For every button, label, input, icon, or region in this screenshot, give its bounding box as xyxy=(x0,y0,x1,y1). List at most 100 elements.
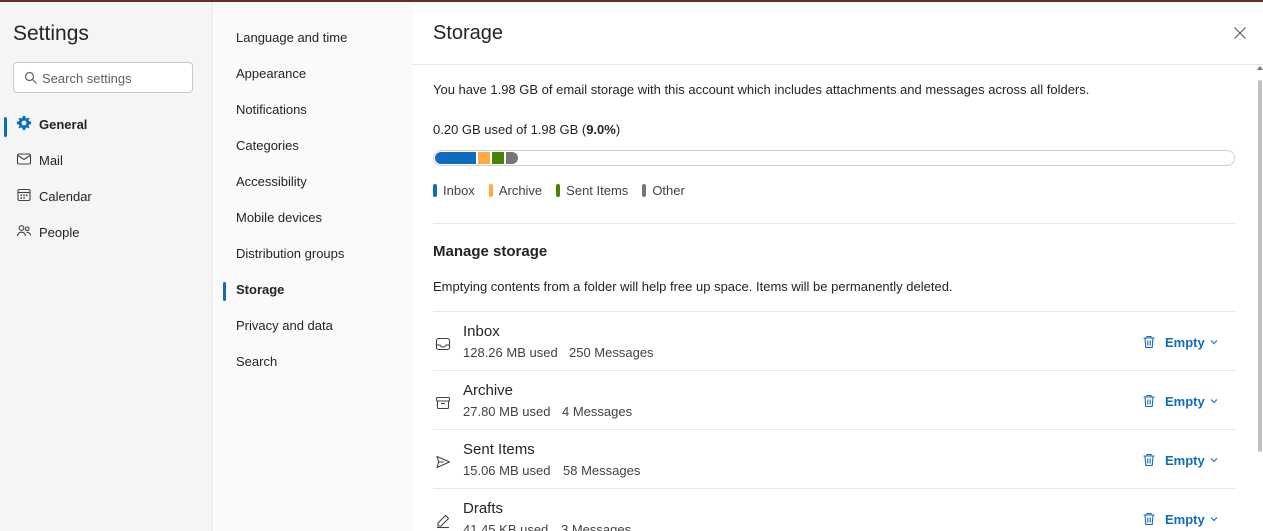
subnav-label: Privacy and data xyxy=(236,318,333,333)
trash-icon xyxy=(1143,512,1155,526)
folder-name: Archive xyxy=(463,382,514,399)
drafts-icon xyxy=(437,514,450,529)
folder-row-inbox: Inbox 128.26 MB used 250 Messages Empty xyxy=(433,311,1235,370)
folder-message-count: 58 Messages xyxy=(563,463,641,478)
storage-panel: Storage You have 1.98 GB of email storag… xyxy=(413,2,1263,531)
chevron-down-icon xyxy=(1210,458,1218,463)
storage-description: You have 1.98 GB of email storage with t… xyxy=(433,82,1090,97)
search-box[interactable] xyxy=(13,62,193,93)
settings-nav-pane: Settings General Mail Cal xyxy=(0,2,213,531)
empty-archive-button[interactable]: Empty xyxy=(1141,390,1219,412)
subnav-label: Language and time xyxy=(236,30,348,45)
storage-usage-bar xyxy=(433,150,1235,166)
subnav-item-search[interactable]: Search xyxy=(214,344,413,380)
mail-icon xyxy=(16,153,32,165)
folder-message-count: 4 Messages xyxy=(562,404,633,419)
general-subnav-pane: Language and time Appearance Notificatio… xyxy=(214,2,413,531)
trash-icon xyxy=(1143,335,1155,349)
trash-icon xyxy=(1143,394,1155,408)
subnav-item-language-and-time[interactable]: Language and time xyxy=(214,20,413,56)
folder-name: Inbox xyxy=(463,323,500,340)
nav-item-people[interactable]: People xyxy=(0,213,213,249)
usage-segment-archive xyxy=(478,152,490,164)
nav-item-calendar[interactable]: Calendar xyxy=(0,177,213,213)
search-icon xyxy=(24,71,37,84)
usage-prefix: 0.20 GB used of 1.98 GB ( xyxy=(433,122,587,137)
nav-label: General xyxy=(39,117,88,132)
chevron-down-icon xyxy=(1210,399,1218,404)
legend-label: Other xyxy=(652,182,685,198)
empty-sent-items-button[interactable]: Empty xyxy=(1141,449,1219,471)
search-input[interactable] xyxy=(42,67,187,89)
legend-label: Archive xyxy=(498,182,543,198)
chevron-down-icon xyxy=(1210,340,1218,345)
subnav-item-appearance[interactable]: Appearance xyxy=(214,56,413,92)
usage-segment-sent-items xyxy=(492,152,504,164)
subnav-item-distribution-groups[interactable]: Distribution groups xyxy=(214,236,413,272)
empty-label: Empty xyxy=(1165,334,1205,350)
folder-row-drafts: Drafts 41.45 KB used 3 Messages Empty xyxy=(433,488,1235,531)
active-indicator xyxy=(4,117,7,137)
scroll-up-arrow-icon[interactable] xyxy=(1257,66,1263,70)
usage-legend: Inbox Archive Sent Items Other xyxy=(433,182,699,198)
subnav-label: Categories xyxy=(236,138,299,153)
people-icon xyxy=(16,225,32,237)
legend-swatch xyxy=(488,183,493,197)
folder-message-count: 250 Messages xyxy=(569,345,654,360)
legend-swatch xyxy=(556,183,561,197)
nav-label: Mail xyxy=(39,153,63,168)
subnav-label: Appearance xyxy=(236,66,307,81)
legend-label: Sent Items xyxy=(566,182,629,198)
empty-inbox-button[interactable]: Empty xyxy=(1141,331,1219,353)
page-title: Storage xyxy=(433,22,504,44)
nav-label: Calendar xyxy=(39,189,92,204)
empty-label: Empty xyxy=(1165,452,1205,468)
subnav-item-storage[interactable]: Storage xyxy=(214,272,413,308)
chevron-down-icon xyxy=(1210,517,1218,522)
subnav-label: Search xyxy=(236,354,278,369)
subnav-item-mobile-devices[interactable]: Mobile devices xyxy=(214,200,413,236)
scrollbar[interactable] xyxy=(1257,66,1263,531)
subnav-item-accessibility[interactable]: Accessibility xyxy=(214,164,413,200)
folder-message-count: 3 Messages xyxy=(561,522,632,531)
header-divider xyxy=(413,64,1263,65)
legend-swatch xyxy=(433,183,437,197)
storage-usage-text: 0.20 GB used of 1.98 GB (9.0%) xyxy=(433,122,620,137)
usage-percent: 9.0% xyxy=(586,122,616,137)
scrollbar-thumb[interactable] xyxy=(1258,80,1262,452)
inbox-icon xyxy=(435,337,451,351)
gear-icon xyxy=(16,115,32,131)
folder-size: 41.45 KB used xyxy=(463,522,549,531)
folder-row-archive: Archive 27.80 MB used 4 Messages Empty xyxy=(433,370,1235,429)
folder-size: 27.80 MB used xyxy=(463,404,551,419)
legend-swatch xyxy=(642,183,647,197)
folder-size: 15.06 MB used xyxy=(463,463,551,478)
settings-title: Settings xyxy=(13,22,89,45)
nav-item-general[interactable]: General xyxy=(0,105,213,141)
legend-item-archive: Archive xyxy=(488,182,543,198)
folder-name: Sent Items xyxy=(463,441,535,458)
usage-suffix: ) xyxy=(615,122,621,137)
subnav-label: Notifications xyxy=(236,102,307,117)
empty-drafts-button[interactable]: Empty xyxy=(1141,508,1219,530)
subnav-label: Mobile devices xyxy=(236,210,322,225)
subnav-item-privacy-and-data[interactable]: Privacy and data xyxy=(214,308,413,344)
active-indicator xyxy=(223,282,226,301)
nav-label: People xyxy=(39,225,80,240)
manage-storage-heading: Manage storage xyxy=(433,243,548,260)
legend-item-other: Other xyxy=(642,183,685,198)
usage-segment-other xyxy=(506,152,518,164)
manage-storage-description: Emptying contents from a folder will hel… xyxy=(433,279,953,294)
legend-item-inbox: Inbox xyxy=(433,183,475,198)
empty-label: Empty xyxy=(1165,393,1205,409)
trash-icon xyxy=(1143,453,1155,467)
usage-segment-inbox xyxy=(435,152,476,164)
nav-item-mail[interactable]: Mail xyxy=(0,141,213,177)
close-icon[interactable] xyxy=(1233,26,1247,40)
subnav-label: Accessibility xyxy=(236,174,307,189)
subnav-item-categories[interactable]: Categories xyxy=(214,128,413,164)
send-icon xyxy=(436,455,451,469)
legend-label: Inbox xyxy=(443,182,475,198)
calendar-icon xyxy=(17,188,31,202)
subnav-item-notifications[interactable]: Notifications xyxy=(214,92,413,128)
